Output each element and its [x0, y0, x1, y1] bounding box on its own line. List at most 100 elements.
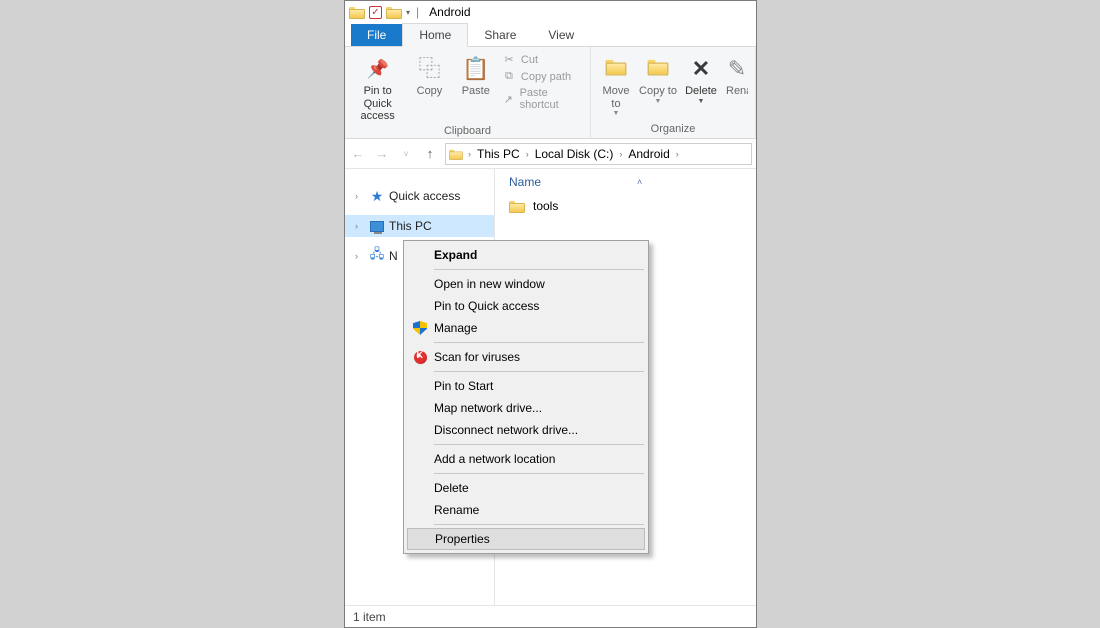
qat-dropdown-icon[interactable]: ▾ — [406, 8, 410, 17]
ctx-pin-start[interactable]: Pin to Start — [406, 375, 646, 397]
tree-quick-access[interactable]: › ★ Quick access — [345, 185, 494, 207]
ctx-properties[interactable]: Properties — [407, 528, 645, 550]
tree-label: Quick access — [389, 189, 460, 203]
this-pc-icon — [369, 218, 385, 234]
ribbon: Pin to Quick access Copy Paste ✂Cut ⧉Cop… — [345, 47, 756, 139]
column-name[interactable]: Name — [509, 175, 541, 189]
rename-button[interactable]: Rename — [725, 51, 749, 98]
nav-back-button[interactable]: ← — [349, 145, 367, 163]
chevron-down-icon: ▼ — [698, 98, 705, 106]
group-organize: Move to ▼ Copy to ▼ Delete ▼ Rename — [591, 47, 756, 138]
nav-up-button[interactable]: ↑ — [421, 145, 439, 163]
antivirus-icon — [412, 349, 428, 365]
status-text: 1 item — [353, 610, 386, 624]
clipboard-group-label: Clipboard — [351, 123, 584, 138]
tree-this-pc[interactable]: › This PC — [345, 215, 494, 237]
group-clipboard: Pin to Quick access Copy Paste ✂Cut ⧉Cop… — [345, 47, 591, 138]
rename-icon — [721, 53, 753, 85]
file-name: tools — [533, 199, 558, 213]
move-to-label: Move to — [597, 85, 635, 110]
paste-label: Paste — [462, 85, 490, 98]
sort-indicator-icon: ˄ — [637, 177, 642, 187]
breadcrumb-local-disk[interactable]: Local Disk (C:) — [533, 147, 616, 161]
copy-to-label: Copy to — [639, 85, 677, 98]
copy-to-button[interactable]: Copy to ▼ — [639, 51, 677, 106]
separator — [434, 342, 644, 343]
breadcrumb-android[interactable]: Android — [626, 147, 671, 161]
nav-forward-button[interactable]: → — [373, 145, 391, 163]
cut-icon: ✂ — [501, 53, 517, 66]
separator — [434, 473, 644, 474]
ctx-open-new-window[interactable]: Open in new window — [406, 273, 646, 295]
clipboard-small-buttons: ✂Cut ⧉Copy path ↗Paste shortcut — [501, 51, 584, 111]
pin-label: Pin to Quick access — [351, 85, 404, 123]
cut-button[interactable]: ✂Cut — [501, 53, 584, 66]
title-bar: ✓ ▾ | Android — [345, 1, 756, 23]
move-to-button[interactable]: Move to ▼ — [597, 51, 635, 118]
ctx-delete[interactable]: Delete — [406, 477, 646, 499]
paste-shortcut-icon: ↗ — [501, 93, 516, 106]
tab-home[interactable]: Home — [402, 23, 468, 47]
separator — [434, 269, 644, 270]
folder-icon — [509, 199, 525, 213]
chevron-right-icon[interactable]: › — [617, 149, 624, 159]
expand-icon[interactable]: › — [355, 191, 365, 201]
chevron-down-icon: ▼ — [613, 110, 620, 118]
copy-button[interactable]: Copy — [408, 51, 450, 98]
qat-folder-icon[interactable] — [386, 5, 402, 19]
ctx-scan-viruses[interactable]: Scan for viruses — [406, 346, 646, 368]
address-row: ← → ˅ ↑ › This PC › Local Disk (C:) › An… — [345, 139, 756, 169]
address-bar[interactable]: › This PC › Local Disk (C:) › Android › — [445, 143, 752, 165]
nav-recent-dropdown[interactable]: ˅ — [397, 145, 415, 163]
paste-icon — [460, 53, 492, 85]
separator — [434, 524, 644, 525]
network-icon: 🖧 — [369, 248, 385, 264]
paste-button[interactable]: Paste — [455, 51, 497, 98]
tree-label: N — [389, 249, 398, 263]
address-folder-icon — [449, 148, 463, 160]
ctx-add-network-location[interactable]: Add a network location — [406, 448, 646, 470]
ctx-disconnect-drive[interactable]: Disconnect network drive... — [406, 419, 646, 441]
expand-icon[interactable]: › — [355, 251, 365, 261]
move-to-icon — [600, 53, 632, 85]
copy-to-icon — [642, 53, 674, 85]
file-row-tools[interactable]: tools — [505, 195, 746, 217]
breadcrumb-this-pc[interactable]: This PC — [475, 147, 522, 161]
ctx-map-drive[interactable]: Map network drive... — [406, 397, 646, 419]
window-title: Android — [429, 5, 470, 19]
shield-icon — [412, 320, 428, 336]
quick-access-icon: ★ — [369, 188, 385, 204]
ctx-rename[interactable]: Rename — [406, 499, 646, 521]
copy-path-button[interactable]: ⧉Copy path — [501, 70, 584, 83]
tree-label: This PC — [389, 219, 432, 233]
tab-view[interactable]: View — [532, 24, 590, 46]
pin-to-quick-access-button[interactable]: Pin to Quick access — [351, 51, 404, 123]
delete-icon — [685, 53, 717, 85]
separator — [434, 444, 644, 445]
delete-button[interactable]: Delete ▼ — [681, 51, 721, 106]
organize-group-label: Organize — [597, 121, 749, 136]
copy-icon — [413, 53, 445, 85]
tab-file[interactable]: File — [351, 24, 402, 46]
title-separator: | — [416, 5, 419, 19]
pin-icon — [362, 53, 394, 85]
app-folder-icon — [349, 5, 365, 19]
delete-label: Delete — [685, 85, 717, 98]
tab-share[interactable]: Share — [468, 24, 532, 46]
chevron-right-icon[interactable]: › — [466, 149, 473, 159]
copy-label: Copy — [417, 85, 443, 98]
copy-path-icon: ⧉ — [501, 70, 517, 83]
paste-shortcut-button[interactable]: ↗Paste shortcut — [501, 87, 584, 111]
separator — [434, 371, 644, 372]
rename-label: Rename — [726, 85, 748, 98]
qat-save-icon[interactable]: ✓ — [369, 6, 382, 19]
chevron-down-icon: ▼ — [655, 98, 662, 106]
chevron-right-icon[interactable]: › — [524, 149, 531, 159]
chevron-right-icon[interactable]: › — [674, 149, 681, 159]
status-bar: 1 item — [345, 605, 756, 627]
column-header-row: Name ˄ — [505, 169, 746, 195]
expand-icon[interactable]: › — [355, 221, 365, 231]
ctx-pin-quick-access[interactable]: Pin to Quick access — [406, 295, 646, 317]
ctx-expand[interactable]: Expand — [406, 244, 646, 266]
ctx-manage[interactable]: Manage — [406, 317, 646, 339]
